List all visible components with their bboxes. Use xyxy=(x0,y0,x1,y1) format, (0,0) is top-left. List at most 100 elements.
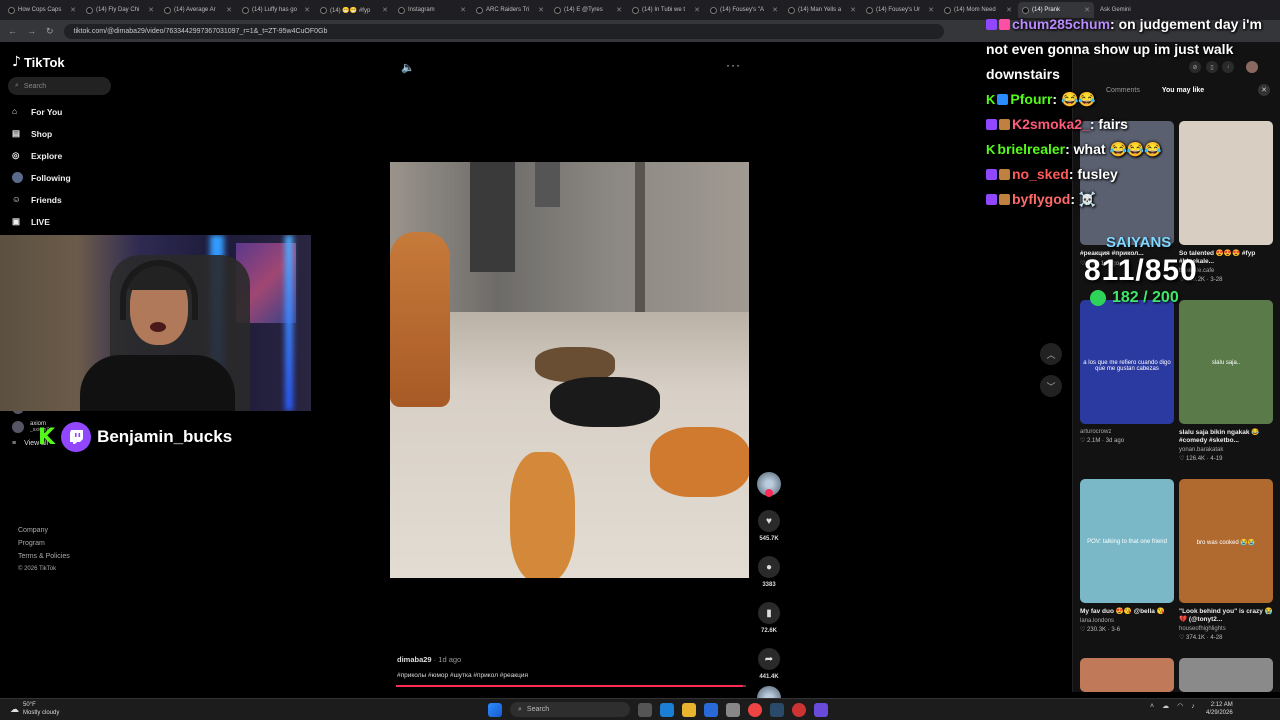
sidebar-item-explore[interactable]: ◎ Explore xyxy=(12,150,62,161)
search-input[interactable]: ⌕ Search xyxy=(8,77,111,95)
close-icon[interactable]: ✕ xyxy=(226,6,232,14)
browser-tab[interactable]: Instagram ✕ xyxy=(394,2,470,18)
cloud-icon[interactable]: ☁ xyxy=(1162,702,1169,710)
recommended-video-card[interactable]: a los que me refiero cuando digo que me … xyxy=(1080,300,1174,444)
chat-badge-icon xyxy=(999,194,1010,205)
card-user[interactable]: arturocrowz xyxy=(1080,429,1174,435)
creator-avatar[interactable] xyxy=(757,472,781,497)
save-button[interactable]: ▮ xyxy=(758,602,780,624)
chat-text: 😂😂 xyxy=(1060,91,1096,107)
chrome-icon[interactable] xyxy=(748,702,762,717)
follow-plus-icon[interactable] xyxy=(765,489,773,497)
more-options-icon[interactable]: ··· xyxy=(726,58,741,72)
browser-tab[interactable]: (14) E @Tyres ✕ xyxy=(550,2,626,18)
tab-label: (14) Fousey's Ur xyxy=(876,7,921,13)
browser-tab[interactable]: (14) Fousey's Ur ✕ xyxy=(862,2,938,18)
reload-icon[interactable]: ↻ xyxy=(46,26,54,37)
settings-icon[interactable] xyxy=(726,702,740,717)
store-icon[interactable] xyxy=(704,702,718,717)
chevron-up-icon[interactable]: ˄ xyxy=(1150,703,1154,710)
video-progress-bar[interactable] xyxy=(396,685,746,687)
browser-tab[interactable]: (14) Fousey's "A ✕ xyxy=(706,2,782,18)
like-button[interactable]: ♥ xyxy=(758,510,780,532)
next-video-button[interactable]: ﹀ xyxy=(1040,375,1062,397)
browser-tab[interactable]: (14) Fly Day Chi ✕ xyxy=(82,2,158,18)
program-link[interactable]: Program xyxy=(18,537,70,550)
close-icon[interactable]: ✕ xyxy=(382,6,388,14)
recommended-video-card[interactable]: POV: talking to that one friend My fav du… xyxy=(1080,479,1174,633)
author-name[interactable]: dimaba29 xyxy=(397,655,432,664)
card-user[interactable]: houseofhighlights xyxy=(1179,626,1273,632)
video-thumbnail[interactable]: slalu saja.. xyxy=(1179,300,1273,424)
twitch-logo-icon xyxy=(61,422,92,452)
url-field[interactable]: tiktok.com/@dimaba29/video/7633442997367… xyxy=(63,23,944,39)
avatar xyxy=(12,421,24,433)
browser-tab[interactable]: (14) Average Ar ✕ xyxy=(160,2,236,18)
taskbar-search[interactable]: ⌕ Search xyxy=(510,702,630,717)
close-icon[interactable]: ✕ xyxy=(70,6,76,14)
video-thumbnail[interactable]: bro was cooked 😭😭 xyxy=(1179,479,1273,603)
task-view-icon[interactable] xyxy=(638,702,652,717)
recommended-video-card[interactable] xyxy=(1080,658,1174,692)
browser-tab[interactable]: (14) Man Yells a ✕ xyxy=(784,2,860,18)
sidebar-item-shop[interactable]: ▤ Shop xyxy=(12,128,52,139)
close-icon[interactable]: ✕ xyxy=(538,6,544,14)
browser-tab[interactable]: ARC Raiders Tri ✕ xyxy=(472,2,548,18)
tiktok-logo[interactable]: ♪ TikTok xyxy=(12,54,65,70)
chat-username: Pfourr xyxy=(1010,91,1053,107)
wifi-icon[interactable]: ◠ xyxy=(1177,702,1183,710)
card-user[interactable]: lana.londons xyxy=(1080,618,1174,624)
headset xyxy=(120,260,198,320)
file-explorer-icon[interactable] xyxy=(682,702,696,717)
volume-icon[interactable]: 🔈 xyxy=(401,61,415,74)
close-icon[interactable]: ✕ xyxy=(148,6,154,14)
close-icon[interactable]: ✕ xyxy=(928,6,934,14)
video-player[interactable] xyxy=(390,162,749,578)
sidebar-item-friends[interactable]: ☺ Friends xyxy=(12,194,62,205)
close-icon[interactable]: ✕ xyxy=(694,6,700,14)
previous-video-button[interactable]: ︿ xyxy=(1040,343,1062,365)
sidebar-item-for-you[interactable]: ⌂ For You xyxy=(12,106,62,117)
steam-icon[interactable] xyxy=(770,702,784,717)
recommended-video-card[interactable] xyxy=(1179,658,1273,692)
clock[interactable]: 2:12 AM 4/29/2026 xyxy=(1206,701,1233,717)
close-icon[interactable]: ✕ xyxy=(616,6,622,14)
volume-icon[interactable]: ♪ xyxy=(1191,703,1195,710)
terms-link[interactable]: Terms & Policies xyxy=(18,550,70,563)
share-button[interactable]: ➦ xyxy=(758,648,780,670)
video-thumbnail[interactable]: a los que me refiero cuando digo que me … xyxy=(1080,300,1174,424)
back-icon[interactable]: ← xyxy=(8,26,17,36)
streamer-tag: K Benjamin_bucks xyxy=(38,422,232,452)
card-stats: ♡ 2.1M · 3d ago xyxy=(1080,438,1125,444)
recommended-video-card[interactable]: bro was cooked 😭😭 "Look behind you" is cr… xyxy=(1179,479,1273,641)
company-link[interactable]: Company xyxy=(18,524,70,537)
weather-widget[interactable]: ☁ 50°F Mostly cloudy xyxy=(10,701,59,717)
card-user[interactable]: yonan.barakatak xyxy=(1179,447,1273,453)
forward-icon[interactable]: → xyxy=(27,26,36,36)
edge-icon[interactable] xyxy=(660,702,674,717)
recommended-video-card[interactable]: slalu saja.. slalu saja bikin ngakak 😂 #c… xyxy=(1179,300,1273,462)
video-thumbnail[interactable] xyxy=(1080,658,1174,692)
comment-button[interactable]: ● xyxy=(758,556,780,578)
browser-tab[interactable]: (14) Luffy has go ✕ xyxy=(238,2,314,18)
browser-tab[interactable]: How Cops Caps ✕ xyxy=(4,2,80,18)
close-icon[interactable]: ✕ xyxy=(850,6,856,14)
sidebar-item-following[interactable]: Following xyxy=(12,172,71,183)
video-thumbnail[interactable]: POV: talking to that one friend xyxy=(1080,479,1174,603)
sidebar-item-live[interactable]: ▣ LIVE xyxy=(12,216,50,227)
chat-badge-icon xyxy=(999,169,1010,180)
windows-start-icon[interactable] xyxy=(488,702,502,717)
hashtags[interactable]: #приколы #юмор #шутка #прикол #реакция xyxy=(397,672,528,679)
close-icon[interactable]: ✕ xyxy=(304,6,310,14)
chat-badge-icon xyxy=(986,19,997,30)
browser-tab[interactable]: (14) 😁😁 #fyp ✕ xyxy=(316,2,392,18)
close-icon[interactable]: ✕ xyxy=(772,6,778,14)
close-icon[interactable]: ✕ xyxy=(460,6,466,14)
app-icon[interactable] xyxy=(792,702,806,717)
thumbnail-caption: slalu saja.. xyxy=(1211,359,1241,366)
discord-icon[interactable] xyxy=(814,702,828,717)
browser-tab[interactable]: (14) In Tubi we t ✕ xyxy=(628,2,704,18)
chat-badge-icon xyxy=(997,94,1009,105)
video-thumbnail[interactable] xyxy=(1179,658,1273,692)
weather-text: Mostly cloudy xyxy=(23,710,60,716)
